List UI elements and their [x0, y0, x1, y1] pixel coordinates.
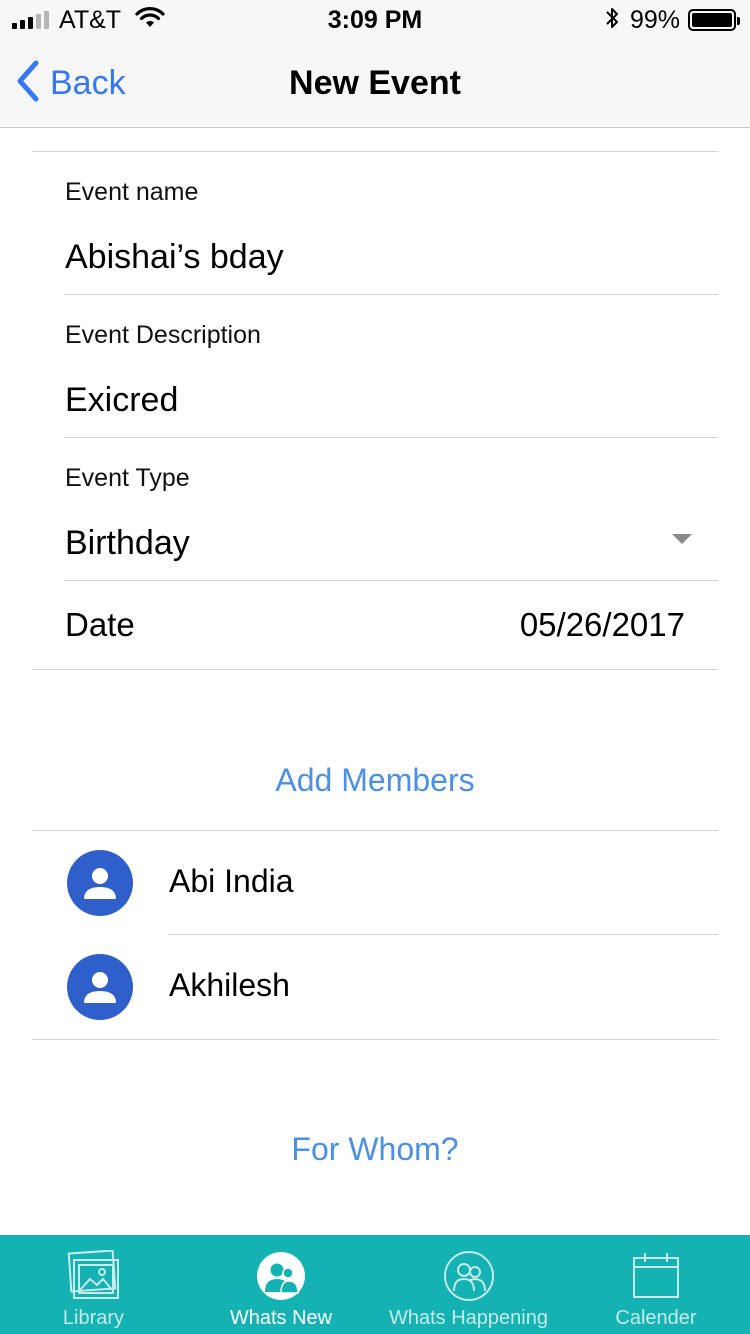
form-bottom-divider: [32, 669, 718, 670]
event-type-divider: [64, 580, 718, 581]
tab-whats-new[interactable]: Whats New: [187, 1235, 375, 1334]
event-type-select[interactable]: Birthday: [65, 524, 190, 563]
for-whom-button[interactable]: For Whom?: [0, 1131, 750, 1168]
people-circle-icon: [255, 1249, 307, 1303]
avatar: [67, 954, 133, 1020]
date-field[interactable]: 05/26/2017: [520, 606, 685, 644]
member-name: Abi India: [169, 863, 294, 899]
list-item[interactable]: Akhilesh: [32, 935, 718, 1039]
battery-icon: [688, 9, 740, 31]
tab-whats-happening[interactable]: Whats Happening: [375, 1235, 562, 1334]
date-label: Date: [65, 606, 135, 643]
calendar-icon: [631, 1249, 681, 1303]
event-name-label: Event name: [65, 178, 199, 206]
status-right: 99%: [604, 5, 740, 35]
member-name: Akhilesh: [169, 967, 290, 1003]
tab-label: Whats Happening: [389, 1307, 548, 1329]
tab-label: Calender: [615, 1307, 697, 1329]
navigation-bar: Back New Event: [0, 40, 750, 128]
form-top-divider: [32, 151, 718, 152]
event-description-divider: [64, 437, 718, 438]
dropdown-arrow-icon[interactable]: [672, 534, 692, 544]
tab-label: Whats New: [229, 1307, 333, 1329]
list-item[interactable]: Abi India: [32, 831, 718, 935]
avatar: [67, 850, 133, 916]
event-description-label: Event Description: [65, 321, 261, 349]
event-type-label: Event Type: [65, 464, 190, 492]
page-title: New Event: [289, 64, 461, 102]
status-bar: AT&T 3:09 PM 99%: [0, 0, 750, 40]
event-name-divider: [64, 294, 718, 295]
photos-icon: [66, 1249, 122, 1303]
event-description-field[interactable]: Exicred: [65, 381, 178, 420]
tab-library[interactable]: Library: [0, 1235, 187, 1334]
people-outline-icon: [443, 1249, 495, 1303]
battery-percent: 99%: [629, 5, 680, 34]
bluetooth-icon: [604, 6, 620, 35]
tab-bar: Library Whats New Whats Happening Calend…: [0, 1235, 750, 1334]
add-members-button[interactable]: Add Members: [0, 762, 750, 799]
tab-label: Library: [62, 1307, 125, 1329]
tab-calendar[interactable]: Calender: [562, 1235, 750, 1334]
members-bottom-divider: [32, 1039, 718, 1040]
event-name-field[interactable]: Abishai’s bday: [65, 238, 284, 277]
